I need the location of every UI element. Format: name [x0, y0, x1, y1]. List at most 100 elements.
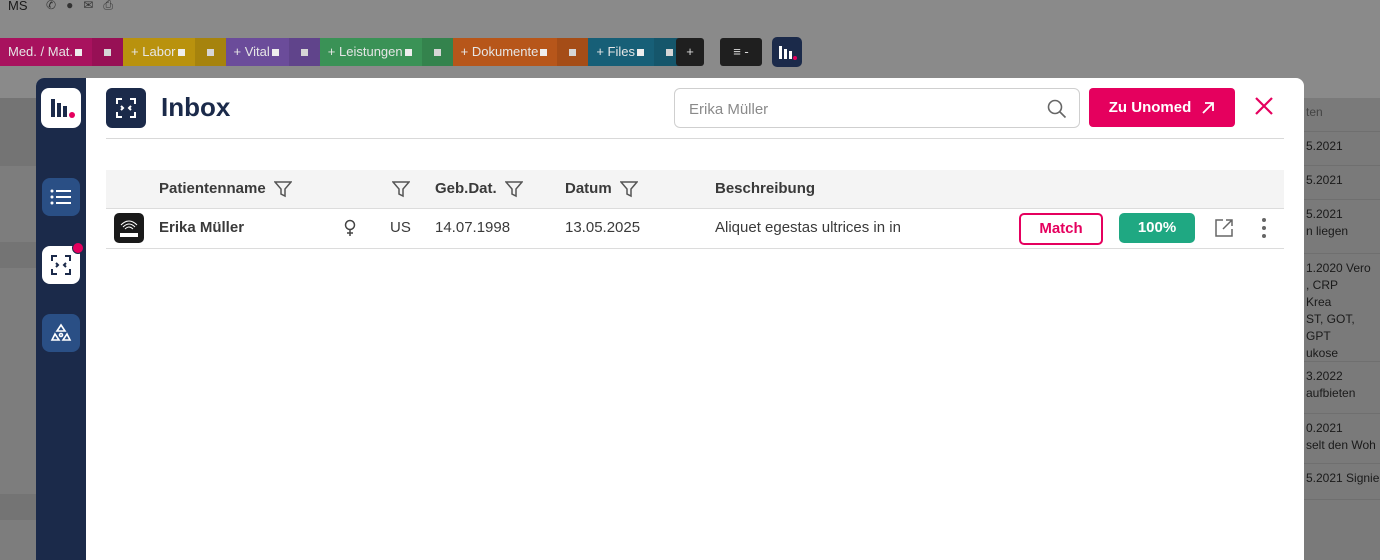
- sidebar-item-inbox[interactable]: [42, 242, 84, 284]
- menu-button[interactable]: ≡ -: [720, 38, 762, 66]
- background-tab-toggle[interactable]: [421, 38, 453, 66]
- background-tab[interactable]: + Files: [588, 38, 654, 66]
- column-header-date[interactable]: Datum: [565, 170, 638, 208]
- column-header-date-label: Datum: [565, 180, 612, 197]
- background-panel: [0, 98, 36, 166]
- background-tab-toggle[interactable]: [194, 38, 226, 66]
- more-options-icon[interactable]: [1256, 217, 1272, 239]
- background-list-item: 5.2021: [1304, 166, 1380, 200]
- background-tab-toggle[interactable]: [557, 38, 589, 66]
- column-header-dob-label: Geb.Dat.: [435, 180, 497, 197]
- external-link-icon[interactable]: [1213, 217, 1235, 239]
- app-logo[interactable]: [41, 88, 81, 128]
- open-unomed-button[interactable]: Zu Unomed: [1089, 88, 1235, 127]
- sidebar-item-list[interactable]: [42, 178, 80, 216]
- background-tabs: Med. / Mat. + Labor + Vital + Leistungen + D…: [0, 38, 685, 66]
- background-tab-label: Dokumente: [471, 44, 539, 59]
- background-list-item: 5.2021 n liegen: [1304, 200, 1380, 254]
- background-tab[interactable]: + Leistungen: [319, 38, 422, 66]
- table-icon: [177, 49, 185, 57]
- filter-icon[interactable]: [504, 180, 523, 198]
- radiation-icon: [50, 323, 72, 341]
- square-icon: [104, 49, 112, 57]
- background-tab[interactable]: + Labor: [123, 38, 195, 66]
- background-tab[interactable]: + Vital: [225, 38, 289, 66]
- column-header-name[interactable]: Patientenname: [159, 170, 292, 208]
- column-header-description: Beschreibung: [715, 170, 815, 208]
- scan-icon: [116, 98, 136, 118]
- background-tab[interactable]: Med. / Mat.: [0, 38, 93, 66]
- date-of-birth: 14.07.1998: [435, 219, 511, 236]
- description: Aliquet egestas ultrices in in: [715, 219, 901, 236]
- page-title: Inbox: [161, 92, 231, 122]
- background-tab-toggle[interactable]: [92, 38, 124, 66]
- list-icon: [50, 189, 71, 205]
- background-tab-toggle[interactable]: [288, 38, 320, 66]
- phone-icon: ✆: [46, 0, 67, 12]
- background-tab-label: Vital: [244, 44, 270, 59]
- plus-icon: +: [233, 44, 245, 59]
- background-list-item: 5.2021 Signie: [1304, 464, 1380, 500]
- table-icon: [75, 49, 83, 57]
- background-panel: [0, 494, 36, 520]
- filter-icon[interactable]: [273, 180, 292, 198]
- column-header-description-label: Beschreibung: [715, 180, 816, 197]
- background-list-header: ten: [1304, 104, 1380, 132]
- add-tab-button[interactable]: +: [676, 38, 704, 66]
- background-tab-label: Leistungen: [339, 44, 403, 59]
- open-unomed-label: Zu Unomed: [1108, 99, 1192, 116]
- plus-icon: +: [460, 44, 472, 59]
- app-logo: [772, 37, 802, 67]
- mail-icon: ✉: [83, 0, 104, 12]
- background-list-item: 3.2022 aufbieten: [1304, 362, 1380, 414]
- plus-icon: +: [327, 44, 339, 59]
- column-header-dob[interactable]: Geb.Dat.: [435, 170, 523, 208]
- table-icon: [271, 49, 279, 57]
- background-panel: [0, 242, 36, 268]
- notification-dot: [72, 242, 84, 254]
- match-score-badge: 100%: [1119, 213, 1195, 243]
- filter-icon[interactable]: [619, 180, 638, 198]
- background-tab[interactable]: + Dokumente: [452, 38, 558, 66]
- print-icon: ⎙: [103, 0, 123, 12]
- dicom-icon: [114, 213, 144, 243]
- search-field[interactable]: [674, 88, 1080, 128]
- background-tab-label: Med. / Mat.: [8, 44, 74, 59]
- close-icon[interactable]: [1252, 94, 1276, 118]
- inbox-modal: Inbox Zu Unomed Patientenname Geb.Dat. D…: [36, 78, 1304, 560]
- background-list-item: 0.2021 selt den Woh: [1304, 414, 1380, 464]
- square-icon: [206, 49, 214, 57]
- search-icon[interactable]: [1047, 99, 1067, 119]
- table-icon: [637, 49, 644, 57]
- table-header: Patientenname Geb.Dat. Datum Beschreibun…: [106, 170, 1284, 209]
- study-date: 13.05.2025: [565, 219, 641, 236]
- background-tab-label: Files: [607, 44, 635, 59]
- plus-icon: +: [131, 44, 143, 59]
- plus-icon: +: [596, 44, 608, 59]
- sidebar-item-radiation[interactable]: [42, 314, 80, 352]
- column-header-name-label: Patientenname: [159, 180, 266, 197]
- square-icon: [300, 49, 308, 57]
- table-icon: [540, 49, 548, 57]
- square-icon: [666, 49, 673, 57]
- background-list-item: 5.2021: [1304, 132, 1380, 166]
- user-initials: MS: [8, 0, 28, 13]
- chat-icon: ●: [66, 0, 84, 12]
- inbox-header-icon: [106, 88, 146, 128]
- modality: US: [390, 219, 411, 236]
- background-tab-label: Labor: [142, 44, 176, 59]
- table-row[interactable]: Erika Müller US 14.07.1998 13.05.2025 Al…: [106, 208, 1284, 249]
- arrow-up-right-icon: [1202, 101, 1215, 114]
- column-header-modality[interactable]: [392, 170, 410, 208]
- female-icon: [343, 208, 357, 248]
- match-button[interactable]: Match: [1019, 213, 1103, 245]
- table-icon: [404, 49, 412, 57]
- search-input[interactable]: [687, 98, 1041, 120]
- filter-icon[interactable]: [392, 180, 410, 198]
- square-icon: [433, 49, 441, 57]
- contact-icons: ✆●✉⎙: [46, 0, 123, 13]
- square-icon: [569, 49, 577, 57]
- background-list-item: 1.2020 Vero , CRP Krea ST, GOT, GPT ukos…: [1304, 254, 1380, 362]
- modal-sidebar: [36, 78, 86, 560]
- patient-name: Erika Müller: [159, 219, 245, 236]
